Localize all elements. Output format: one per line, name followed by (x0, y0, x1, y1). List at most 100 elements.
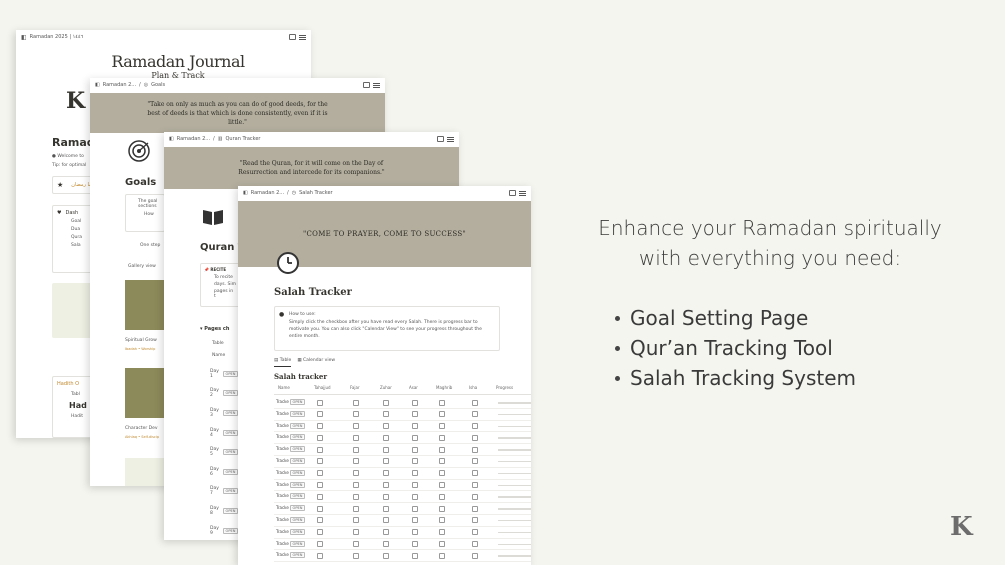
open-button[interactable]: OPEN (290, 446, 305, 453)
salah-checkbox[interactable] (472, 446, 478, 453)
salah-checkbox[interactable] (439, 529, 445, 536)
salah-checkbox[interactable] (317, 482, 323, 489)
salah-checkbox[interactable] (383, 505, 389, 512)
salah-checkbox[interactable] (412, 493, 418, 500)
column-header[interactable]: Isha (469, 385, 477, 390)
salah-checkbox[interactable] (317, 434, 323, 441)
salah-checkbox[interactable] (472, 470, 478, 477)
salah-checkbox[interactable] (412, 529, 418, 536)
column-header[interactable]: Name (278, 385, 290, 390)
menu-icon[interactable] (299, 34, 306, 40)
salah-checkbox[interactable] (439, 505, 445, 512)
gallery-view-tab[interactable]: Gallery view (128, 264, 156, 269)
salah-checkbox[interactable] (412, 505, 418, 512)
salah-checkbox[interactable] (439, 517, 445, 524)
column-header[interactable]: Progress (496, 385, 513, 390)
open-button[interactable]: OPEN (290, 422, 305, 429)
breadcrumb[interactable]: Ramadan 2025 | ١٤٤٦ (30, 34, 84, 40)
menu-icon[interactable] (519, 190, 526, 196)
salah-checkbox[interactable] (317, 552, 323, 559)
salah-checkbox[interactable] (472, 493, 478, 500)
table-row[interactable]: Tracke OPEN (274, 527, 531, 539)
salah-checkbox[interactable] (412, 458, 418, 465)
breadcrumb-current[interactable]: Salah Tracker (299, 190, 333, 196)
column-header[interactable]: Asar (409, 385, 418, 390)
table-row[interactable]: Tracke OPEN (274, 480, 531, 492)
salah-checkbox[interactable] (439, 470, 445, 477)
menu-icon[interactable] (373, 82, 380, 88)
salah-checkbox[interactable] (412, 423, 418, 430)
table-row[interactable]: Tracke OPEN (274, 491, 531, 504)
open-button[interactable]: OPEN (290, 481, 305, 488)
salah-checkbox[interactable] (317, 529, 323, 536)
salah-checkbox[interactable] (317, 446, 323, 453)
share-icon[interactable] (437, 136, 444, 142)
salah-checkbox[interactable] (472, 458, 478, 465)
salah-checkbox[interactable] (383, 541, 389, 548)
open-button[interactable]: OPEN (290, 457, 305, 464)
open-button[interactable]: OPEN (290, 469, 305, 476)
salah-checkbox[interactable] (412, 446, 418, 453)
salah-checkbox[interactable] (317, 493, 323, 500)
share-icon[interactable] (289, 34, 296, 40)
salah-checkbox[interactable] (412, 541, 418, 548)
salah-checkbox[interactable] (317, 470, 323, 477)
salah-checkbox[interactable] (383, 399, 389, 406)
table-tab[interactable]: Table (212, 341, 224, 346)
salah-checkbox[interactable] (439, 493, 445, 500)
salah-checkbox[interactable] (383, 482, 389, 489)
salah-checkbox[interactable] (412, 470, 418, 477)
open-button[interactable]: OPEN (290, 540, 305, 547)
salah-checkbox[interactable] (439, 423, 445, 430)
salah-checkbox[interactable] (353, 446, 359, 453)
breadcrumb[interactable]: Ramadan 2... (251, 190, 284, 196)
table-row[interactable]: Tracke OPEN (274, 456, 531, 468)
goal-card[interactable]: Character Dev Akhlaq • Self-discip (125, 368, 165, 446)
salah-checkbox[interactable] (472, 399, 478, 406)
salah-checkbox[interactable] (412, 517, 418, 524)
column-header[interactable]: Fajar (350, 385, 360, 390)
goal-card[interactable]: Spiritual Grow Ibadah • Worship (125, 280, 165, 358)
table-row[interactable]: Tracke OPEN (274, 397, 531, 409)
salah-checkbox[interactable] (439, 399, 445, 406)
salah-checkbox[interactable] (383, 517, 389, 524)
salah-checkbox[interactable] (317, 423, 323, 430)
share-icon[interactable] (509, 190, 516, 196)
open-button[interactable]: OPEN (290, 410, 305, 417)
goal-card-thumbnail[interactable] (125, 458, 165, 486)
salah-checkbox[interactable] (412, 482, 418, 489)
salah-checkbox[interactable] (412, 399, 418, 406)
salah-checkbox[interactable] (353, 493, 359, 500)
salah-checkbox[interactable] (439, 482, 445, 489)
column-header[interactable]: Maghrib (436, 385, 452, 390)
salah-checkbox[interactable] (439, 434, 445, 441)
table-row[interactable]: Tracke OPEN (274, 468, 531, 480)
open-button[interactable]: OPEN (290, 493, 305, 500)
salah-checkbox[interactable] (383, 470, 389, 477)
breadcrumb[interactable]: Ramadan 2... (103, 82, 136, 88)
open-button[interactable]: OPEN (290, 516, 305, 523)
breadcrumb[interactable]: Ramadan 2... (177, 136, 210, 142)
salah-checkbox[interactable] (353, 458, 359, 465)
salah-checkbox[interactable] (383, 446, 389, 453)
salah-checkbox[interactable] (317, 399, 323, 406)
column-header[interactable]: Tahajjud (314, 385, 331, 390)
tab-table[interactable]: ▤ Table (274, 358, 292, 367)
salah-checkbox[interactable] (317, 517, 323, 524)
open-button[interactable]: OPEN (290, 505, 305, 512)
salah-checkbox[interactable] (353, 482, 359, 489)
salah-checkbox[interactable] (353, 505, 359, 512)
tab-calendar[interactable]: ▦ Calendar view (297, 358, 335, 367)
open-button[interactable]: OPEN (290, 552, 305, 559)
table-row[interactable]: Tracke OPEN (274, 409, 531, 421)
salah-checkbox[interactable] (439, 541, 445, 548)
salah-checkbox[interactable] (472, 434, 478, 441)
salah-checkbox[interactable] (472, 541, 478, 548)
table-row[interactable]: Tracke OPEN (274, 503, 531, 515)
salah-checkbox[interactable] (353, 411, 359, 418)
salah-checkbox[interactable] (353, 399, 359, 406)
breadcrumb-current[interactable]: Quran Tracker (225, 136, 260, 142)
salah-checkbox[interactable] (383, 423, 389, 430)
salah-checkbox[interactable] (383, 458, 389, 465)
salah-checkbox[interactable] (353, 470, 359, 477)
